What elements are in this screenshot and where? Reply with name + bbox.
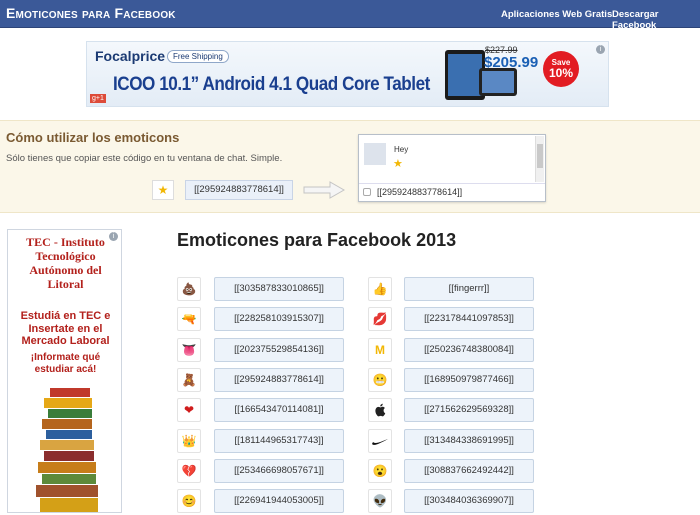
nike-swoosh-icon	[368, 429, 392, 453]
chat-window-demo: Hey ★ [[295924883778614]]	[358, 134, 546, 202]
demo-code-box[interactable]: [[295924883778614]]	[185, 180, 293, 200]
emoticon-code[interactable]: [[295924883778614]]	[214, 368, 344, 392]
side-ad[interactable]: i TEC - Instituto Tecnológico Autónomo d…	[7, 229, 122, 513]
smiley-icon: 😊	[177, 489, 201, 513]
emoticon-code[interactable]: [[253466698057671]]	[214, 459, 344, 483]
emoticon-code[interactable]: [[166543470114081]]	[214, 398, 344, 422]
gun-icon: 🔫	[177, 307, 201, 331]
finger-icon: 👍	[368, 277, 392, 301]
heart-icon: ❤	[177, 398, 201, 422]
chat-input-text: [[295924883778614]]	[377, 187, 463, 197]
emoticon-code[interactable]: [[303587833010865]]	[214, 277, 344, 301]
ad-brand: Focalprice	[95, 48, 166, 64]
ad-save-badge: Save 10%	[543, 51, 579, 87]
site-logo[interactable]: Emoticones para Facebook	[6, 5, 176, 21]
books-image	[36, 388, 98, 512]
crown-icon: 👑	[177, 429, 201, 453]
rolling-stones-icon: 👅	[177, 338, 201, 362]
arrow-right-icon	[303, 181, 346, 199]
emoticon-code[interactable]: [[308837662492442]]	[404, 459, 534, 483]
site-header: Emoticones para Facebook Aplicaciones We…	[0, 0, 700, 31]
emoticon-code[interactable]: [[181144965317743]]	[214, 429, 344, 453]
chat-avatar	[364, 143, 386, 165]
emoticon-code[interactable]: [[fingerrr]]	[404, 277, 534, 301]
broken-heart-icon: 💔	[177, 459, 201, 483]
banner-ad[interactable]: Focalprice Free Shipping ICOO 10.1” Andr…	[86, 41, 609, 107]
emoticon-code[interactable]: [[168950979877466]]	[404, 368, 534, 392]
side-ad-title: TEC - Instituto Tecnológico Autónomo del…	[26, 235, 105, 291]
troll-face-icon: 😬	[368, 368, 392, 392]
gplus-button[interactable]: g+1	[90, 94, 106, 103]
howto-subtitle: Sólo tienes que copiar este código en tu…	[6, 153, 283, 164]
ad-headline: ICOO 10.1” Android 4.1 Quad Core Tablet	[113, 74, 430, 95]
nav-link-descargar[interactable]: Descargar Facebook	[612, 9, 700, 31]
alien-icon: 👽	[368, 489, 392, 513]
chat-star-icon: ★	[393, 158, 403, 170]
emoticon-code[interactable]: [[202375529854136]]	[214, 338, 344, 362]
emoticon-code[interactable]: [[271562629569328]]	[404, 398, 534, 422]
kissing-lips-icon: 💋	[368, 307, 392, 331]
ad-shipping-badge: Free Shipping	[167, 50, 229, 63]
howto-title: Cómo utilizar los emoticons	[6, 130, 180, 145]
chat-message: Hey	[394, 145, 409, 154]
poop-icon: 💩	[177, 277, 201, 301]
emoticon-code[interactable]: [[223178441097853]]	[404, 307, 534, 331]
star-icon: ★	[152, 180, 174, 200]
apple-icon	[368, 398, 392, 422]
ad-save-value: 10%	[548, 66, 574, 80]
surprised-face-icon: 😮	[368, 459, 392, 483]
mcdonalds-icon: M	[368, 338, 392, 362]
page-title: Emoticones para Facebook 2013	[177, 230, 457, 250]
chat-input[interactable]: [[295924883778614]]	[359, 183, 545, 201]
emoticon-code[interactable]: [[228258103915307]]	[214, 307, 344, 331]
emoticon-picker-icon[interactable]	[363, 188, 371, 196]
nav-link-aplicaciones[interactable]: Aplicaciones Web Gratis	[501, 9, 612, 20]
emoticon-code[interactable]: [[226941944053005]]	[214, 489, 344, 513]
howto-section: Cómo utilizar los emoticons Sólo tienes …	[0, 120, 700, 213]
chat-scrollbar[interactable]	[535, 136, 544, 182]
emoticon-code[interactable]: [[313484338691995]]	[404, 429, 534, 453]
teddy-bear-icon: 🧸	[177, 368, 201, 392]
side-ad-body: Estudiá en TEC e Insertate en el Mercado…	[20, 310, 111, 347]
ad-price-new: $205.99	[484, 54, 539, 71]
emoticon-code[interactable]: [[250236748380084]]	[404, 338, 534, 362]
ad-info-icon[interactable]: i	[596, 45, 605, 54]
side-ad-cta: ¡Informate qué estudiar acá!	[30, 352, 101, 375]
emoticon-code[interactable]: [[303484036369907]]	[404, 489, 534, 513]
